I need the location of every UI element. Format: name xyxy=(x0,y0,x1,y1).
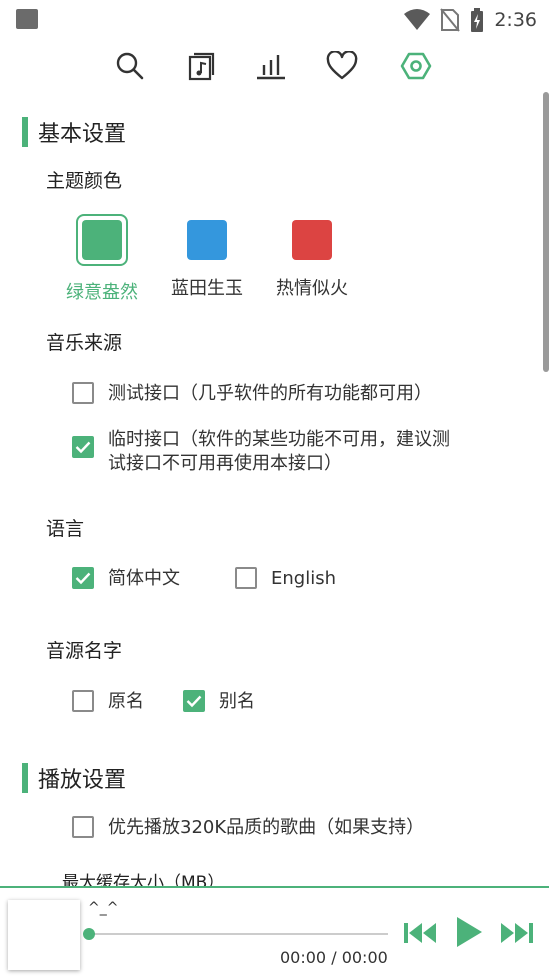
source-option-temp[interactable]: 临时接口（软件的某些功能不可用，建议测 试接口不可用再使用本接口） xyxy=(72,428,450,476)
time-display: 00:00 / 00:00 xyxy=(280,948,388,967)
music-source-label: 音乐来源 xyxy=(46,332,123,354)
next-icon[interactable] xyxy=(499,916,535,950)
progress-knob[interactable] xyxy=(83,928,95,940)
checkbox-checked[interactable] xyxy=(72,567,94,589)
checkbox[interactable] xyxy=(72,816,94,838)
checkbox[interactable] xyxy=(72,690,94,712)
section-title: 播放设置 xyxy=(38,768,127,793)
source-name-label: 音源名字 xyxy=(46,640,123,662)
no-sim-icon xyxy=(440,8,461,32)
section-accent-bar xyxy=(22,117,28,147)
theme-option-label: 蓝田生玉 xyxy=(171,278,243,299)
song-title: ^_^ xyxy=(88,900,119,916)
battery-icon xyxy=(471,8,484,32)
top-nav xyxy=(0,44,549,88)
current-time: 00:00 xyxy=(280,948,327,967)
checkbox-checked[interactable] xyxy=(183,690,205,712)
theme-option-green[interactable]: 绿意盎然 xyxy=(52,214,152,304)
selected-ring xyxy=(76,214,128,266)
settings-icon[interactable] xyxy=(394,44,438,88)
language-option-zh[interactable]: 简体中文 xyxy=(72,567,180,591)
checkbox-label: 临时接口（软件的某些功能不可用，建议测 试接口不可用再使用本接口） xyxy=(108,428,450,476)
theme-option-label: 热情似火 xyxy=(276,278,348,299)
checkbox-checked[interactable] xyxy=(72,436,94,458)
wifi-icon xyxy=(404,9,431,30)
theme-option-red[interactable]: 热情似火 xyxy=(262,218,362,300)
section-basic-settings: 基本设置 xyxy=(22,116,126,148)
heart-icon[interactable] xyxy=(320,44,364,88)
check-icon xyxy=(75,441,91,454)
settings-content: 基本设置 主题颜色 绿意盎然 蓝田生玉 热情似火 音乐来源 测试接口（几乎软件的… xyxy=(0,100,549,886)
color-swatch xyxy=(187,220,227,260)
checkbox-label: 优先播放320K品质的歌曲（如果支持） xyxy=(108,817,425,838)
previous-icon[interactable] xyxy=(402,916,438,950)
status-bar: 2:36 xyxy=(0,0,549,40)
search-icon[interactable] xyxy=(108,44,152,88)
language-option-en[interactable]: English xyxy=(235,567,336,591)
player-bar: ^_^ 00:00 / 00:00 xyxy=(0,886,549,978)
checkbox-label: 原名 xyxy=(108,691,144,712)
checkbox-label: 测试接口（几乎软件的所有功能都可用） xyxy=(108,383,432,404)
time-separator: / xyxy=(331,948,337,967)
checkbox-label: English xyxy=(271,568,336,589)
label-line: 临时接口（软件的某些功能不可用，建议测 xyxy=(108,429,450,450)
check-icon xyxy=(75,572,91,585)
status-icons: 2:36 xyxy=(404,6,537,34)
prefer-320k-option[interactable]: 优先播放320K品质的歌曲（如果支持） xyxy=(72,816,424,840)
color-swatch xyxy=(292,220,332,260)
theme-color-label: 主题颜色 xyxy=(46,170,123,192)
notification-icon xyxy=(16,9,38,29)
name-option-alias[interactable]: 别名 xyxy=(183,690,255,714)
checkbox[interactable] xyxy=(235,567,257,589)
name-option-original[interactable]: 原名 xyxy=(72,690,144,714)
check-icon xyxy=(186,695,202,708)
checkbox[interactable] xyxy=(72,382,94,404)
total-time: 00:00 xyxy=(341,948,388,967)
status-time: 2:36 xyxy=(494,9,537,31)
theme-option-blue[interactable]: 蓝田生玉 xyxy=(157,218,257,300)
source-option-test[interactable]: 测试接口（几乎软件的所有功能都可用） xyxy=(72,382,432,406)
checkbox-label: 简体中文 xyxy=(108,568,180,589)
theme-option-label: 绿意盎然 xyxy=(66,282,138,303)
section-title: 基本设置 xyxy=(38,122,127,147)
max-cache-label: 最大缓存大小（MB） xyxy=(62,873,225,886)
play-icon[interactable] xyxy=(452,912,486,952)
section-play-settings: 播放设置 xyxy=(22,762,126,794)
section-accent-bar xyxy=(22,763,28,793)
language-label: 语言 xyxy=(46,518,85,540)
label-line: 试接口不可用再使用本接口） xyxy=(108,453,342,474)
progress-track[interactable] xyxy=(88,933,388,935)
chart-icon[interactable] xyxy=(249,44,293,88)
checkbox-label: 别名 xyxy=(219,691,255,712)
album-art[interactable] xyxy=(8,900,80,970)
color-swatch xyxy=(82,220,122,260)
music-file-icon[interactable] xyxy=(179,44,223,88)
